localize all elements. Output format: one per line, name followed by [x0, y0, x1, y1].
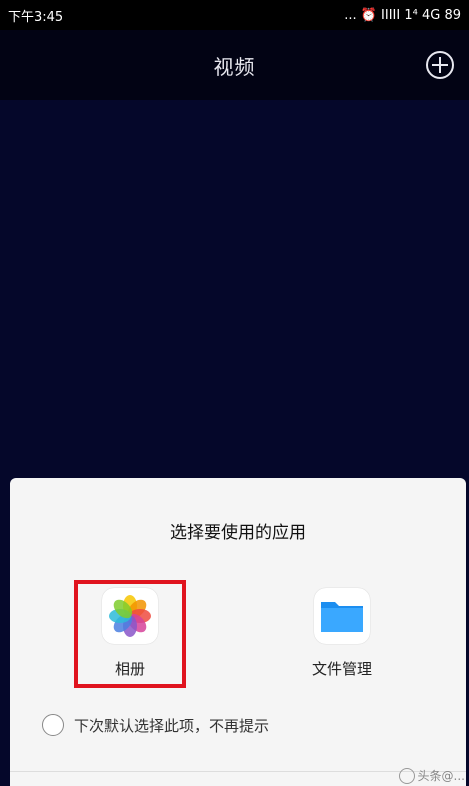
watermark: 头条@...: [398, 767, 465, 784]
selection-highlight: [74, 580, 186, 688]
status-bar: 下午3:45 ... ⏰ IIIII 1⁴ 4G 89: [0, 0, 469, 30]
remember-label: 下次默认选择此项，不再提示: [74, 716, 270, 735]
remember-radio[interactable]: [42, 714, 64, 736]
watermark-logo-icon: [398, 767, 415, 784]
page-title: 视频: [213, 54, 256, 79]
remember-choice-row[interactable]: 下次默认选择此项，不再提示: [42, 714, 269, 736]
app-header: 视频: [0, 30, 469, 100]
app-option-files[interactable]: 文件管理: [282, 588, 402, 679]
watermark-text: 头条@...: [417, 769, 465, 783]
folder-icon: [314, 588, 370, 644]
status-indicators: ... ⏰ IIIII 1⁴ 4G 89: [344, 7, 461, 23]
app-label-files: 文件管理: [311, 660, 372, 678]
plus-circle-icon[interactable]: [425, 50, 455, 80]
app-chooser-sheet: 选择要使用的应用 相册 文件管理 下次默认选择此项，不再提示: [10, 478, 466, 786]
chooser-title: 选择要使用的应用: [170, 523, 306, 543]
status-time: 下午3:45: [8, 9, 64, 25]
